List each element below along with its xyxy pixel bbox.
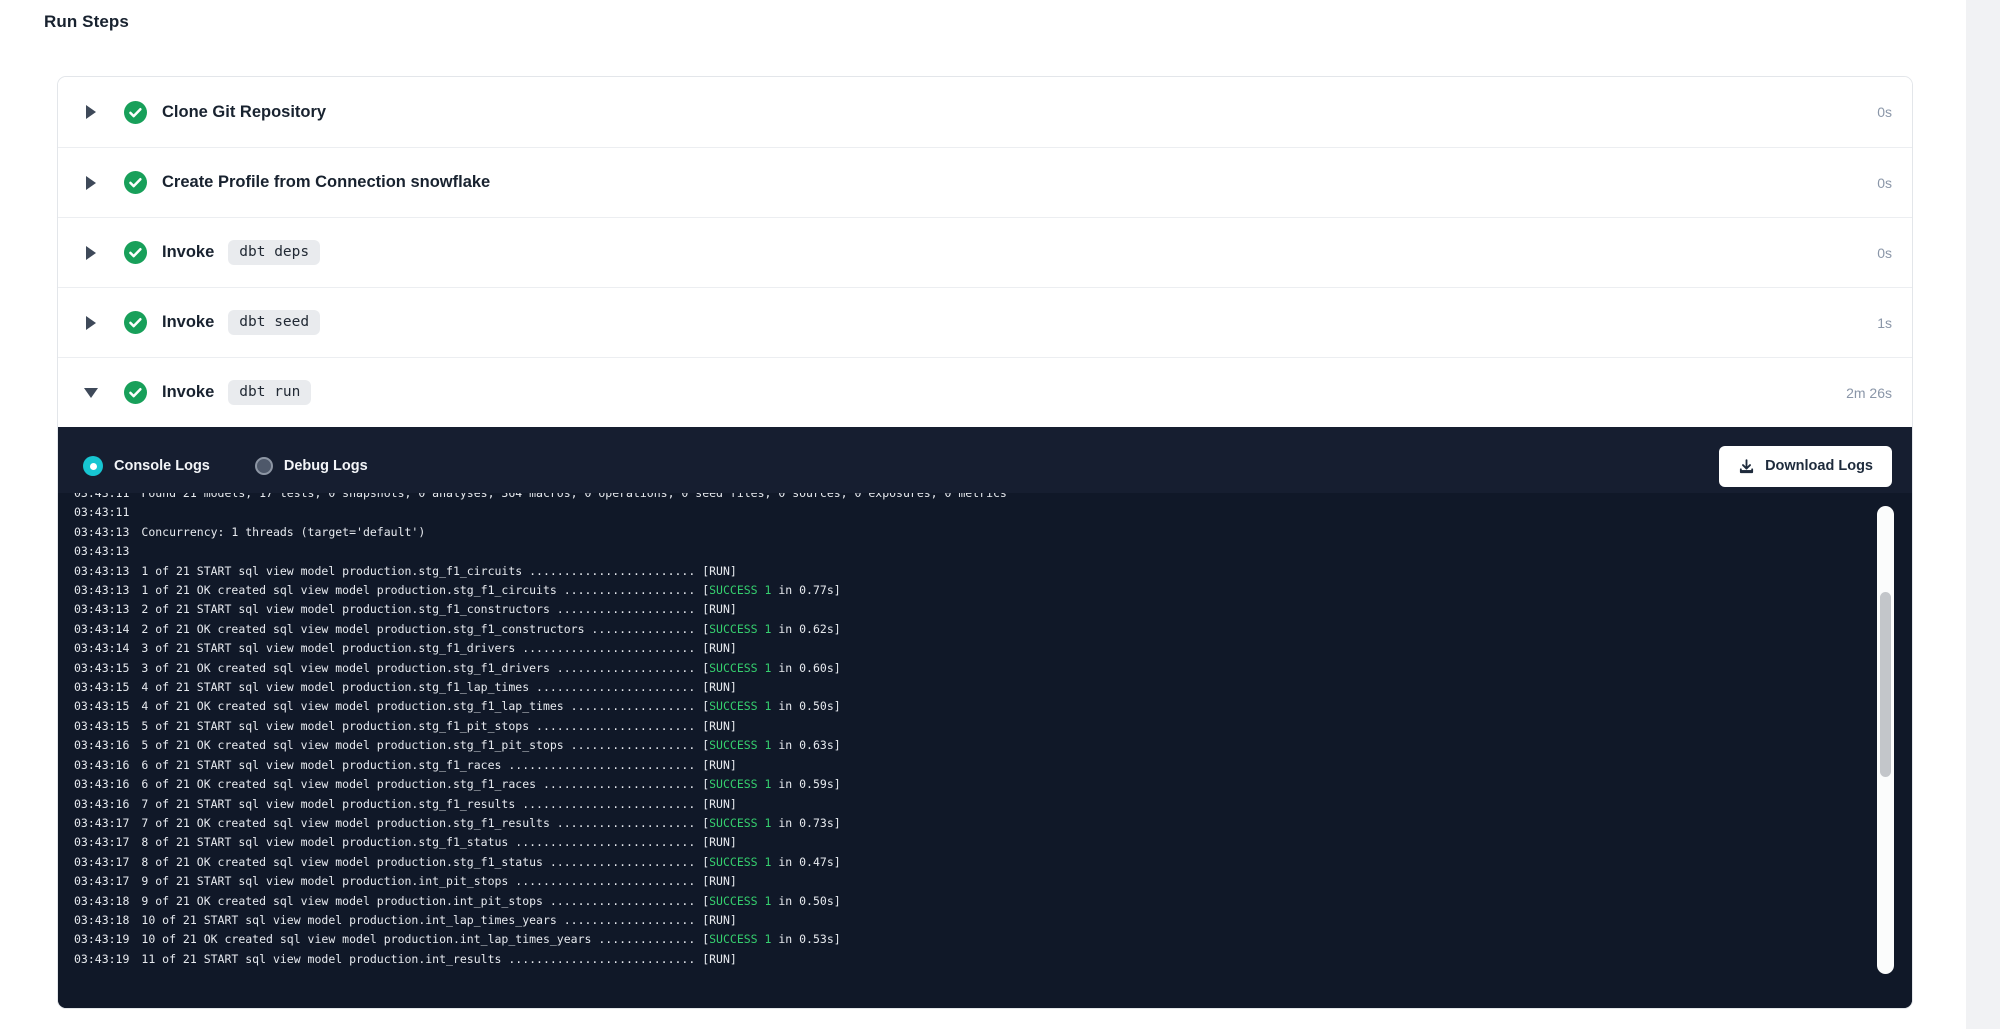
debug-logs-radio[interactable]: Debug Logs [255, 457, 368, 475]
log-lines: 03:43:11Found 21 models, 17 tests, 0 sna… [74, 493, 1912, 969]
step-label: Invoke [162, 383, 214, 402]
chevron-right-icon[interactable] [85, 105, 97, 119]
command-chip: dbt deps [228, 240, 320, 265]
download-logs-label: Download Logs [1765, 458, 1873, 474]
log-type-radio-group: Console Logs Debug Logs [83, 456, 368, 476]
step-row-invoke-dbt-run[interactable]: Invoke dbt run 2m 26s [58, 357, 1912, 427]
step-label: Invoke [162, 243, 214, 262]
step-label: Invoke [162, 313, 214, 332]
page-title: Run Steps [44, 12, 129, 32]
step-row-create-profile[interactable]: Create Profile from Connection snowflake… [58, 147, 1912, 217]
radio-selected-icon[interactable] [83, 456, 103, 476]
step-row-invoke-dbt-seed[interactable]: Invoke dbt seed 1s [58, 287, 1912, 357]
check-circle-icon [124, 381, 147, 404]
download-logs-button[interactable]: Download Logs [1719, 446, 1892, 487]
log-scrollbar-thumb[interactable] [1880, 592, 1891, 777]
step-row-invoke-dbt-deps[interactable]: Invoke dbt deps 0s [58, 217, 1912, 287]
download-icon [1738, 458, 1755, 475]
log-panel-header: Console Logs Debug Logs Download Logs [58, 427, 1912, 493]
step-label: Clone Git Repository [162, 103, 326, 122]
command-chip: dbt run [228, 380, 311, 405]
chevron-right-icon[interactable] [85, 176, 97, 190]
step-duration: 2m 26s [1846, 385, 1892, 401]
command-chip: dbt seed [228, 310, 320, 335]
console-log-output[interactable]: 03:43:11Found 21 models, 17 tests, 0 sna… [58, 493, 1912, 1008]
step-duration: 0s [1877, 245, 1892, 261]
check-circle-icon [124, 241, 147, 264]
check-circle-icon [124, 171, 147, 194]
run-steps-card: Clone Git Repository 0s Create Profile f… [57, 76, 1913, 1009]
page-edge-strip [1966, 0, 2000, 1029]
console-logs-radio[interactable]: Console Logs [83, 456, 210, 476]
console-logs-label: Console Logs [114, 458, 210, 474]
radio-unselected-icon[interactable] [255, 457, 273, 475]
chevron-down-icon[interactable] [85, 388, 97, 398]
step-duration: 1s [1877, 315, 1892, 331]
step-row-clone-git-repository[interactable]: Clone Git Repository 0s [58, 77, 1912, 147]
log-scrollbar[interactable] [1877, 506, 1894, 974]
step-label: Create Profile from Connection snowflake [162, 173, 490, 192]
log-panel: Console Logs Debug Logs Download Logs 03… [58, 427, 1912, 1008]
run-steps-page: Run Steps Clone Git Repository 0s Create… [0, 0, 2000, 1029]
chevron-right-icon[interactable] [85, 316, 97, 330]
check-circle-icon [124, 311, 147, 334]
check-circle-icon [124, 101, 147, 124]
debug-logs-label: Debug Logs [284, 458, 368, 474]
step-duration: 0s [1877, 104, 1892, 120]
step-duration: 0s [1877, 175, 1892, 191]
chevron-right-icon[interactable] [85, 246, 97, 260]
